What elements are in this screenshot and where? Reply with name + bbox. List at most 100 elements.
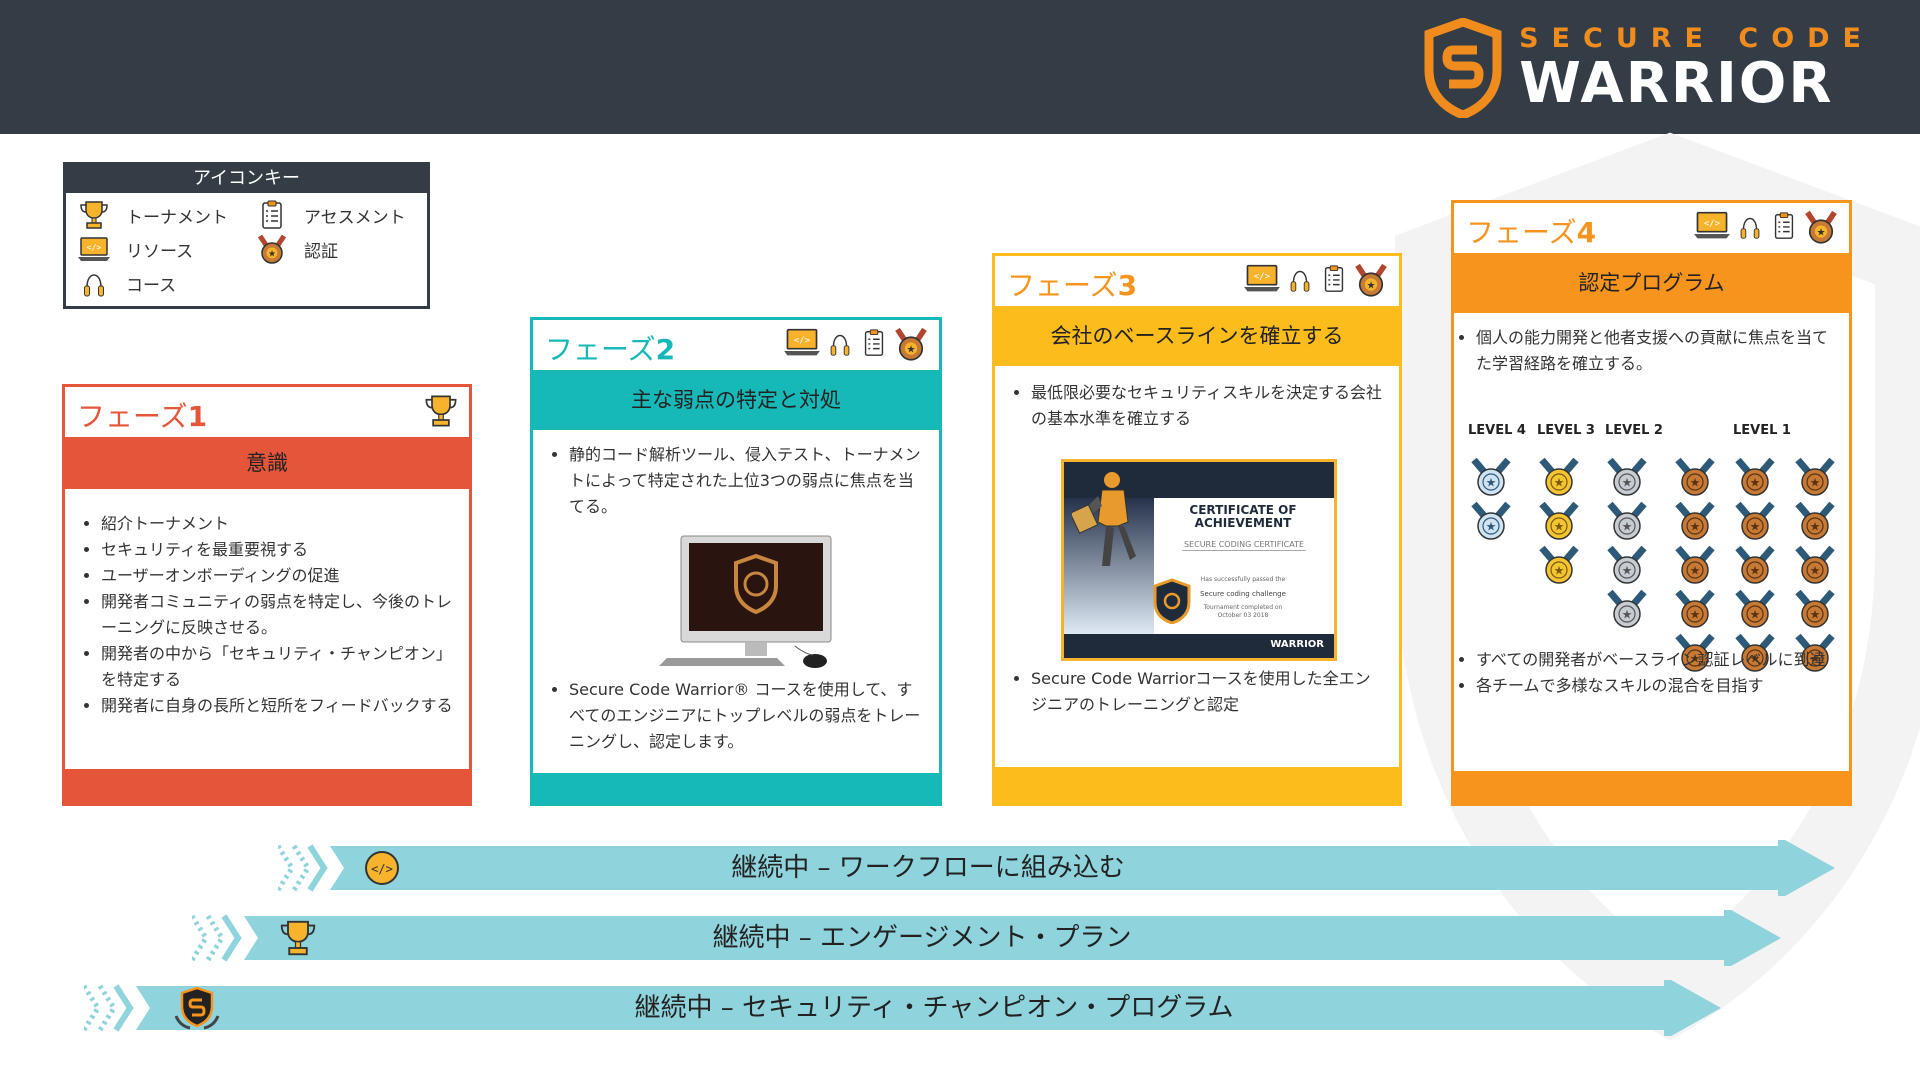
warrior-figure-icon: [1072, 472, 1136, 566]
svg-text:★: ★: [1622, 476, 1633, 490]
trophy-icon: [76, 199, 112, 231]
phase-1-icons: [423, 393, 459, 433]
phase-3-bullet: 最低限必要なセキュリティスキルを決定する会社の基本水準を確立する: [1031, 380, 1383, 432]
medal-icon: ★: [1468, 457, 1514, 498]
code-icon: </>: [365, 851, 399, 885]
svg-text:★: ★: [1750, 608, 1761, 622]
medal-icon: ★: [1792, 545, 1838, 586]
phase-2-bullet: Secure Code Warrior® コースを使用して、すべてのエンジニアに…: [569, 677, 923, 755]
phase-3-bullet-2: Secure Code Warriorコースを使用した全エンジニアのトレーニング…: [1009, 666, 1383, 718]
phase-4-icons: </> ★: [1693, 209, 1839, 249]
svg-text:★: ★: [1816, 227, 1825, 238]
svg-text:★: ★: [1554, 520, 1565, 534]
svg-text:</>: </>: [794, 336, 810, 346]
medal-icon: ★: [893, 326, 929, 366]
phase-2-bullet-2: Secure Code Warrior® コースを使用して、すべてのエンジニアに…: [547, 677, 923, 755]
svg-text:</>: </>: [87, 243, 102, 252]
bullet-item: セキュリティを最重要視する: [101, 537, 453, 563]
phase-1-footer: [65, 769, 469, 803]
phase-2-card: フェーズ2 </> ★ 主な弱点の特定と対処 静的コード解析ツール、侵入テスト、ト…: [530, 317, 942, 806]
key-item-assessment: アセスメント: [254, 199, 406, 231]
brand-line-2: WARRIOR: [1519, 50, 1834, 116]
phase-2-label: フェーズ2: [545, 333, 676, 366]
key-item-course: コース: [76, 267, 176, 299]
medal-icon: ★: [1536, 545, 1582, 586]
certificate-image: CERTIFICATE OF ACHIEVEMENT SECURE CODING…: [1061, 459, 1337, 661]
key-label-course: コース: [126, 275, 177, 296]
ongoing-label-champion: 継続中 – セキュリティ・チャンピオン・プログラム: [634, 993, 1234, 1023]
shield-logo-icon: [1424, 18, 1502, 118]
bullet-item: 個人の能力開発と他者支援への貢献に焦点を当てた学習経路を確立する。: [1476, 325, 1833, 377]
laptop-icon: </>: [783, 326, 821, 366]
bullet-item: 各チームで多様なスキルの混合を目指す: [1476, 673, 1833, 699]
svg-text:★: ★: [1486, 476, 1497, 490]
medal-icon: ★: [1604, 545, 1650, 586]
phase-4-card: フェーズ4 </> ★ 認定プログラム 個人の能力開発と他者支援への貢献に焦点を当…: [1451, 200, 1852, 806]
medal-icon: ★: [1468, 501, 1514, 542]
svg-text:★: ★: [1750, 520, 1761, 534]
clipboard-icon: [1319, 262, 1349, 302]
level-2-label: LEVEL 2: [1605, 423, 1663, 438]
medal-icon: ★: [1672, 501, 1718, 542]
medal-icon: ★: [1604, 501, 1650, 542]
phase-2-title: 主な弱点の特定と対処: [533, 370, 939, 430]
laptop-icon: </>: [1693, 209, 1731, 249]
phase-2-bullet-1: 静的コード解析ツール、侵入テスト、トーナメントによって特定された上位3つの弱点に…: [547, 442, 923, 520]
ongoing-workflow-arrow: </> 継続中 – ワークフローに組み込む: [278, 840, 1838, 896]
clipboard-icon: [859, 326, 889, 366]
medal-icon: ★: [1803, 209, 1839, 249]
phase-4-footer: [1454, 771, 1849, 803]
svg-text:★: ★: [1622, 520, 1633, 534]
phase-2-icons: </> ★: [783, 326, 929, 366]
phase-3-footer: [995, 767, 1399, 803]
key-label-certification: 認証: [304, 241, 338, 262]
phase-1-card: フェーズ1 意識 紹介トーナメントセキュリティを最重要視するユーザーオンボーディ…: [62, 384, 472, 806]
svg-text:★: ★: [1622, 608, 1633, 622]
phase-4-label: フェーズ4: [1466, 216, 1597, 249]
svg-text:★: ★: [1750, 564, 1761, 578]
ongoing-champion-arrow: 継続中 – セキュリティ・チャンピオン・プログラム: [84, 980, 1724, 1036]
svg-text:★: ★: [1810, 520, 1821, 534]
svg-text:★: ★: [1690, 608, 1701, 622]
svg-text:★: ★: [1750, 476, 1761, 490]
certificate-shield-icon: [1153, 578, 1191, 624]
key-label-resource: リソース: [126, 241, 194, 262]
phase-3-bullet-1: 最低限必要なセキュリティスキルを決定する会社の基本水準を確立する: [1009, 380, 1383, 432]
header-bar: SECURE CODE WARRIOR: [0, 0, 1920, 134]
medal-icon: ★: [1604, 589, 1650, 630]
svg-text:★: ★: [906, 344, 915, 355]
phase-4-bullets-top: 個人の能力開発と他者支援への貢献に焦点を当てた学習経路を確立する。: [1454, 325, 1833, 377]
ongoing-label-workflow: 継続中 – ワークフローに組み込む: [731, 853, 1125, 883]
svg-text:★: ★: [1554, 476, 1565, 490]
svg-text:★: ★: [1690, 564, 1701, 578]
trophy-icon: [423, 393, 459, 433]
medal-icon: ★: [1792, 501, 1838, 542]
ongoing-engagement-arrow: 継続中 – エンゲージメント・プラン: [192, 910, 1784, 966]
jump-rope-icon: [76, 267, 112, 299]
medal-icon: ★: [1536, 501, 1582, 542]
brand-line-1: SECURE CODE: [1519, 22, 1874, 54]
ongoing-label-engagement: 継続中 – エンゲージメント・プラン: [712, 923, 1132, 953]
key-item-certification: ★ 認証: [254, 233, 338, 265]
jump-rope-icon: [1735, 209, 1765, 249]
svg-text:★: ★: [1810, 564, 1821, 578]
icon-key-title: アイコンキー: [66, 165, 427, 193]
medal-icon: ★: [1732, 545, 1778, 586]
svg-text:★: ★: [1486, 520, 1497, 534]
svg-text:★: ★: [268, 250, 276, 260]
key-label-tournament: トーナメント: [126, 207, 228, 228]
medal-icon: ★: [1732, 457, 1778, 498]
phase-3-icons: </> ★: [1243, 262, 1389, 302]
svg-text:★: ★: [1690, 476, 1701, 490]
medal-icon: ★: [1353, 262, 1389, 302]
medal-icon: ★: [1792, 457, 1838, 498]
medal-icon: ★: [1792, 589, 1838, 630]
jump-rope-icon: [1285, 262, 1315, 302]
bullet-item: 紹介トーナメント: [101, 511, 453, 537]
svg-text:</>: </>: [1704, 219, 1720, 229]
phase-3-card: フェーズ3 </> ★ 会社のベースラインを確立する 最低限必要なセキュリティスキ…: [992, 253, 1402, 806]
clipboard-icon: [1769, 209, 1799, 249]
medal-icon: ★: [1672, 589, 1718, 630]
svg-text:★: ★: [1622, 564, 1633, 578]
svg-text:★: ★: [1810, 608, 1821, 622]
